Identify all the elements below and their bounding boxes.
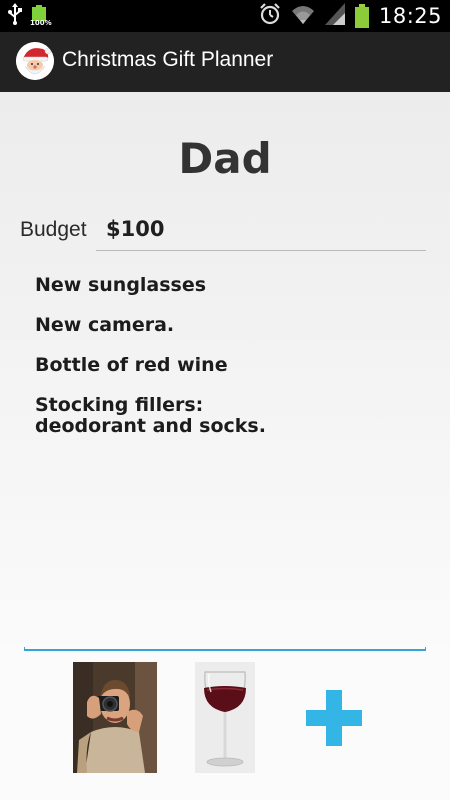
status-bar: 100% 18:25: [0, 0, 450, 32]
gift-item: New sunglasses: [35, 274, 207, 296]
gift-notes[interactable]: New sunglasses New camera. Bottle of red…: [35, 275, 425, 456]
wifi-icon: [291, 3, 315, 30]
usb-icon: [8, 2, 22, 30]
add-photo-button[interactable]: [306, 690, 362, 746]
action-bar: Christmas Gift Planner: [0, 32, 450, 92]
budget-value: $100: [106, 217, 165, 241]
battery-percent-label: 100%: [30, 19, 52, 27]
battery-full-icon: 100%: [30, 5, 52, 27]
signal-icon: [324, 2, 345, 30]
budget-label: Budget: [20, 218, 87, 241]
alarm-icon: [259, 2, 281, 30]
gift-item: Bottle of red wine: [35, 354, 228, 376]
clock: 18:25: [378, 4, 442, 28]
budget-input[interactable]: $100: [96, 210, 426, 251]
gift-item: Stocking fillers: deodorant and socks.: [35, 394, 266, 437]
camera-photo[interactable]: [73, 662, 157, 773]
app-title: Christmas Gift Planner: [62, 48, 274, 71]
santa-icon[interactable]: [16, 42, 54, 80]
gift-item: New camera.: [35, 314, 175, 336]
person-name[interactable]: Dad: [0, 134, 450, 183]
notes-underline: [24, 647, 426, 651]
gift-editor: Dad Budget $100 New sunglasses New camer…: [0, 92, 450, 800]
battery-icon: [354, 4, 369, 28]
wine-glass-photo[interactable]: [195, 662, 255, 773]
